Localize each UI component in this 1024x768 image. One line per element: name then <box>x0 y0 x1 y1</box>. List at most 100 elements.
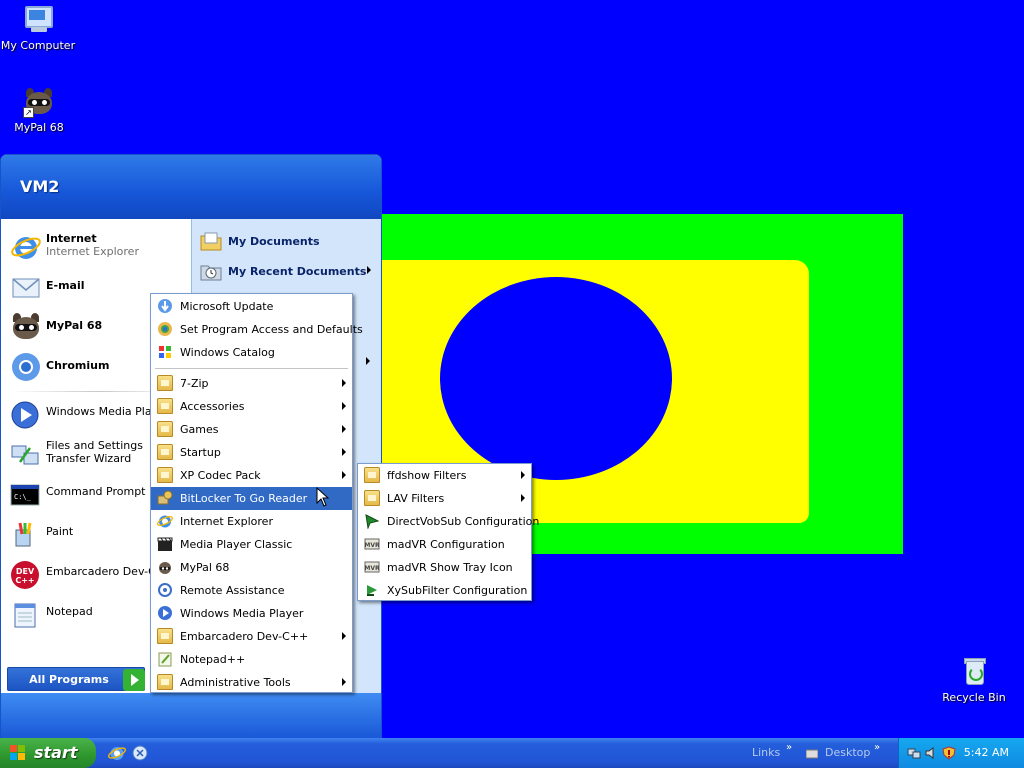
right-item-my-documents[interactable]: My Documents <box>200 228 375 254</box>
start-button[interactable]: start <box>0 738 96 768</box>
codec-xysubfilter[interactable]: XySubFilter Configuration <box>358 579 531 602</box>
desktop-icon-label: My Computer <box>0 39 76 52</box>
program-label: Internet Explorer <box>180 515 273 528</box>
program-games[interactable]: Games <box>151 418 352 441</box>
folder-icon <box>157 375 173 391</box>
program-label: XP Codec Pack <box>180 469 261 482</box>
internet-explorer-icon <box>157 515 173 528</box>
green-arrow-icon <box>123 669 145 691</box>
folder-icon <box>157 628 173 644</box>
submenu-arrow-icon <box>342 379 346 387</box>
transfer-wizard-icon <box>11 445 39 465</box>
desktop-icon-label: Recycle Bin <box>942 691 1006 704</box>
volume-icon[interactable] <box>924 746 938 760</box>
program-startup[interactable]: Startup <box>151 441 352 464</box>
program-administrative-tools[interactable]: Administrative Tools <box>151 671 352 694</box>
right-item-label: My Documents <box>228 235 320 248</box>
directvobsub-icon <box>365 514 380 529</box>
program-notepad-plus-plus[interactable]: Notepad++ <box>151 648 352 671</box>
program-label: Set Program Access and Defaults <box>180 323 363 336</box>
right-item-my-recent-documents[interactable]: My Recent Documents <box>200 258 375 284</box>
pinned-internet[interactable]: Internet Internet Explorer <box>10 229 185 265</box>
desktop-icon-mypal[interactable]: ↗ MyPal 68 <box>0 86 79 134</box>
program-label: Media Player Classic <box>180 538 293 551</box>
program-microsoft-update[interactable]: Microsoft Update <box>151 295 352 318</box>
windows-media-player-icon <box>11 401 39 429</box>
codec-madvr-configuration[interactable]: MVR madVR Configuration <box>358 533 531 556</box>
system-tray: 5:42 AM <box>898 738 1024 768</box>
bitlocker-key-icon <box>157 490 173 505</box>
program-accessories[interactable]: Accessories <box>151 395 352 418</box>
recent-documents-icon <box>200 265 222 281</box>
program-windows-catalog[interactable]: Windows Catalog <box>151 341 352 364</box>
submenu-arrow-icon <box>342 632 346 640</box>
program-xp-codec-pack[interactable]: XP Codec Pack <box>151 464 352 487</box>
frequent-label: Files and Settings Transfer Wizard <box>46 439 143 465</box>
pinned-title: E-mail <box>46 279 85 292</box>
menu-separator <box>155 368 348 369</box>
svg-text:C++: C++ <box>15 576 34 585</box>
right-item-label: My Recent Documents <box>228 265 367 278</box>
chromium-icon <box>12 353 40 381</box>
program-7zip[interactable]: 7-Zip <box>151 372 352 395</box>
program-label: 7-Zip <box>180 377 209 390</box>
xp-codec-pack-submenu: ffdshow Filters LAV Filters DirectVobSub… <box>357 463 539 602</box>
film-clapper-icon <box>157 537 173 551</box>
shortcut-arrow-icon: ↗ <box>23 107 34 118</box>
remote-assistance-icon <box>158 583 172 597</box>
links-chevron-icon[interactable]: » <box>786 742 792 753</box>
windows-media-player-icon <box>158 606 172 620</box>
desktop-icon-recycle-bin[interactable]: Recycle Bin <box>934 656 1014 704</box>
folder-icon <box>157 398 173 414</box>
quick-launch-show-desktop-icon[interactable] <box>131 744 149 762</box>
program-windows-media-player[interactable]: Windows Media Player <box>151 602 352 625</box>
submenu-arrow-icon <box>366 357 370 365</box>
folder-icon <box>157 467 173 483</box>
program-label: Windows Catalog <box>180 346 275 359</box>
frequent-label: Embarcadero Dev-C++ <box>46 565 150 578</box>
codec-lav-filters[interactable]: LAV Filters <box>358 487 531 510</box>
desktop-toolbar-icon <box>806 749 818 759</box>
network-icon[interactable] <box>907 746 921 760</box>
codec-ffdshow-filters[interactable]: ffdshow Filters <box>358 464 531 487</box>
paint-icon <box>15 522 32 547</box>
desktop-toolbar[interactable]: Desktop <box>825 746 870 759</box>
notepad-icon <box>14 603 36 628</box>
all-programs-button[interactable]: All Programs <box>7 667 145 691</box>
windows-catalog-icon <box>159 346 171 358</box>
notepad-plus-plus-icon <box>158 652 172 667</box>
program-label: Embarcadero Dev-C++ <box>180 630 309 643</box>
quick-launch-internet-explorer-icon[interactable] <box>108 744 126 762</box>
program-media-player-classic[interactable]: Media Player Classic <box>151 533 352 556</box>
program-internet-explorer[interactable]: Internet Explorer <box>151 510 352 533</box>
program-label: MyPal 68 <box>180 561 230 574</box>
desktop-chevron-icon[interactable]: » <box>874 742 880 753</box>
submenu-arrow-icon <box>521 494 525 502</box>
program-label: Microsoft Update <box>180 300 274 313</box>
program-mypal[interactable]: MyPal 68 <box>151 556 352 579</box>
desktop-icon-my-computer[interactable]: My Computer <box>0 4 78 52</box>
security-shield-icon[interactable] <box>942 746 956 760</box>
frequent-label: Command Prompt <box>46 485 146 498</box>
program-set-access-defaults[interactable]: Set Program Access and Defaults <box>151 318 363 341</box>
codec-madvr-show-tray-icon[interactable]: MVR madVR Show Tray Icon <box>358 556 531 579</box>
program-embarcadero-dev-cpp[interactable]: Embarcadero Dev-C++ <box>151 625 352 648</box>
pinned-title: Internet <box>46 232 97 245</box>
svg-text:C:\_: C:\_ <box>14 493 32 501</box>
program-label: Startup <box>180 446 221 459</box>
email-icon <box>12 278 40 298</box>
codec-label: ffdshow Filters <box>387 469 467 482</box>
frequent-label: Paint <box>46 525 74 538</box>
submenu-arrow-icon <box>367 266 371 274</box>
taskbar-clock[interactable]: 5:42 AM <box>964 746 1009 759</box>
program-label: Windows Media Player <box>180 607 304 620</box>
raccoon-icon <box>10 311 42 343</box>
program-label: Accessories <box>180 400 245 413</box>
program-remote-assistance[interactable]: Remote Assistance <box>151 579 352 602</box>
codec-directvobsub[interactable]: DirectVobSub Configuration <box>358 510 539 533</box>
folder-icon <box>157 444 173 460</box>
pinned-subtitle: Internet Explorer <box>46 245 139 258</box>
submenu-arrow-icon <box>521 471 525 479</box>
svg-text:DEV: DEV <box>16 567 35 576</box>
links-toolbar[interactable]: Links <box>752 746 780 759</box>
